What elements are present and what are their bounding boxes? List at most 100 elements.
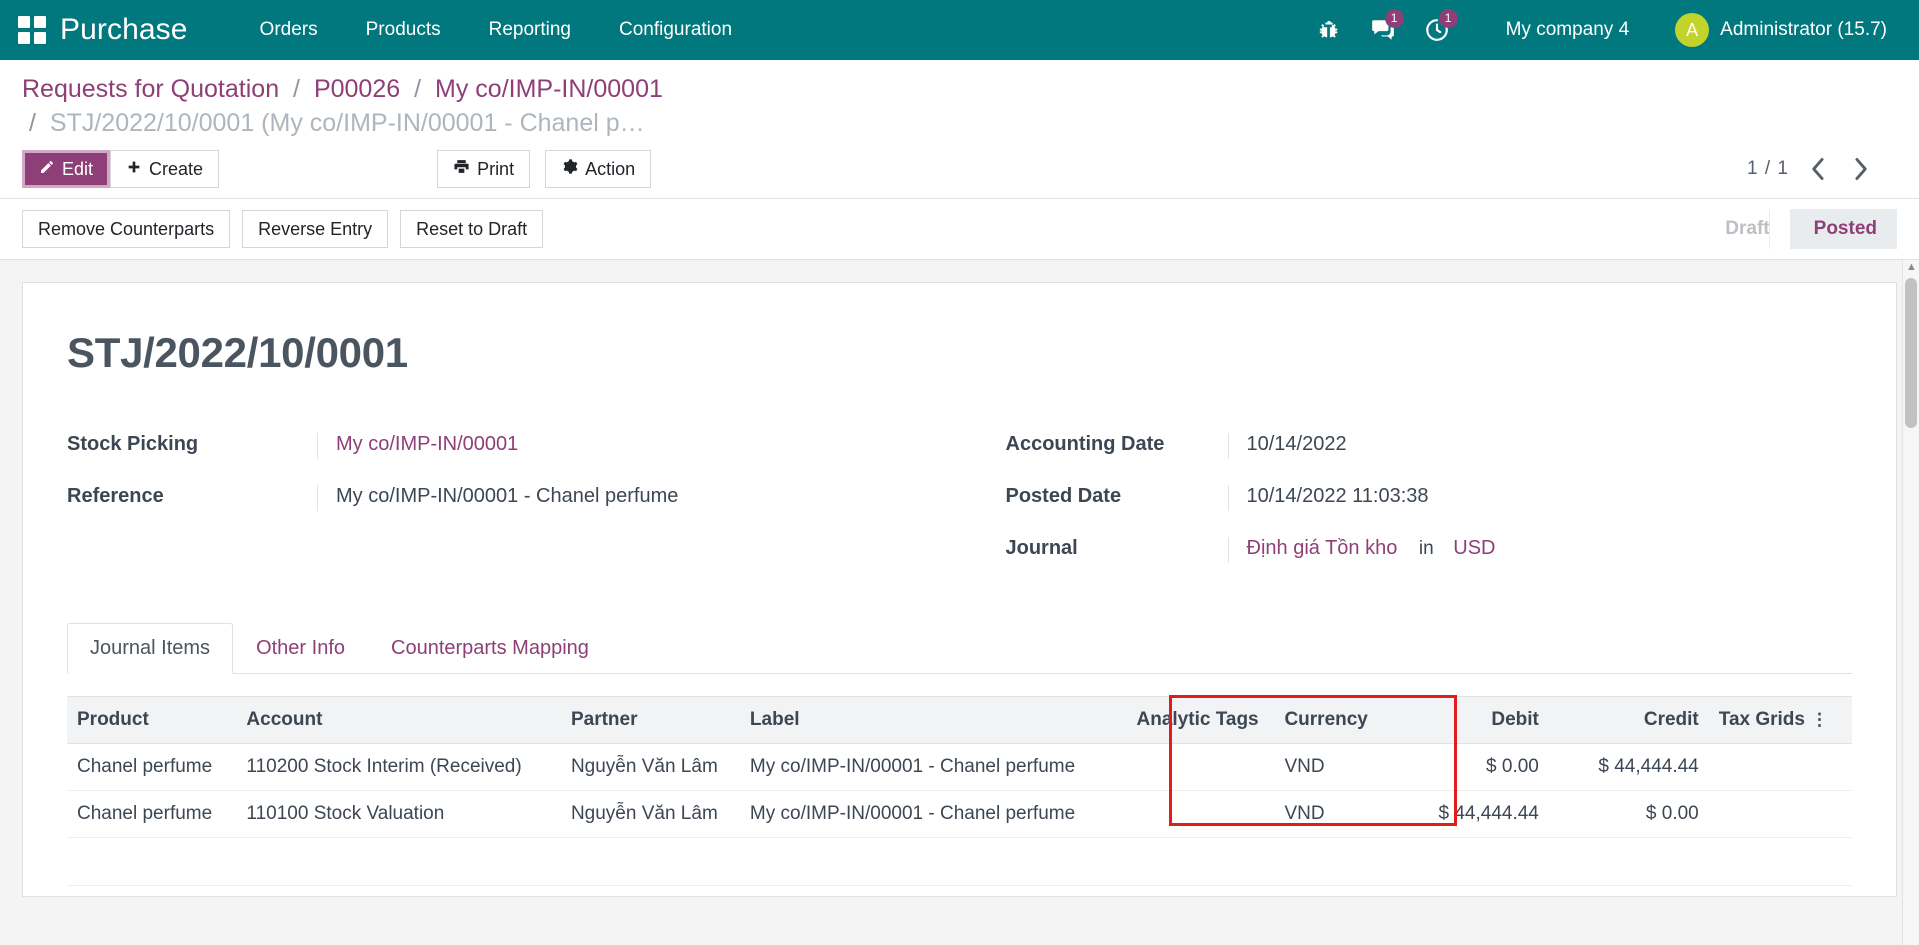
menu-orders[interactable]: Orders xyxy=(236,11,342,49)
breadcrumb-separator: / xyxy=(29,109,36,137)
cell-tax-grids xyxy=(1709,744,1852,791)
column-header-analytic-tags[interactable]: Analytic Tags xyxy=(1127,697,1275,744)
field-value-journal[interactable]: Định giá Tồn kho xyxy=(1247,537,1398,559)
cell-empty xyxy=(1549,838,1709,886)
column-header-currency[interactable]: Currency xyxy=(1274,697,1396,744)
cell-empty xyxy=(67,838,236,886)
cell-product: Chanel perfume xyxy=(67,791,236,838)
cell-empty xyxy=(1396,838,1549,886)
cell-analytic-tags xyxy=(1127,791,1275,838)
field-value-journal-wrap: Định giá Tồn kho in USD xyxy=(1228,537,1825,563)
create-button[interactable]: Create xyxy=(110,150,219,188)
field-reference: Reference My co/IMP-IN/00001 - Chanel pe… xyxy=(67,485,932,515)
edit-create-group: Edit Create xyxy=(22,150,219,188)
column-header-debit[interactable]: Debit xyxy=(1396,697,1549,744)
cell-empty xyxy=(1274,838,1396,886)
bug-icon[interactable] xyxy=(1302,0,1356,60)
edit-button[interactable]: Edit xyxy=(22,150,110,188)
table-row[interactable]: Chanel perfume 110200 Stock Interim (Rec… xyxy=(67,744,1852,791)
cell-analytic-tags xyxy=(1127,744,1275,791)
field-label-reference: Reference xyxy=(67,485,317,508)
menu-products[interactable]: Products xyxy=(342,11,465,49)
form-fields: Stock Picking My co/IMP-IN/00001 Referen… xyxy=(67,433,1852,589)
notebook-tabs: Journal Items Other Info Counterparts Ma… xyxy=(67,623,1852,674)
vertical-scrollbar[interactable]: ▲ xyxy=(1902,260,1919,945)
field-label-stock-picking: Stock Picking xyxy=(67,433,317,456)
column-header-tax-grids[interactable]: Tax Grids ⋮ xyxy=(1709,697,1852,744)
tab-counterparts-mapping[interactable]: Counterparts Mapping xyxy=(368,623,612,674)
print-button[interactable]: Print xyxy=(437,150,530,188)
column-header-tax-grids-label: Tax Grids xyxy=(1719,709,1805,730)
app-brand-title[interactable]: Purchase xyxy=(60,13,188,47)
column-header-partner[interactable]: Partner xyxy=(561,697,740,744)
reset-to-draft-button[interactable]: Reset to Draft xyxy=(400,210,543,248)
column-header-product[interactable]: Product xyxy=(67,697,236,744)
column-header-credit[interactable]: Credit xyxy=(1549,697,1709,744)
apps-grid-icon[interactable] xyxy=(18,16,46,44)
cell-account: 110200 Stock Interim (Received) xyxy=(236,744,561,791)
journal-items-table-wrap: Product Account Partner Label Analytic T… xyxy=(67,696,1852,886)
form-sheet: STJ/2022/10/0001 Stock Picking My co/IMP… xyxy=(22,282,1897,897)
control-panel-buttons: Edit Create Print xyxy=(22,150,1897,198)
cell-tax-grids xyxy=(1709,791,1852,838)
breadcrumb-item-rfq[interactable]: Requests for Quotation xyxy=(22,75,279,103)
breadcrumb-separator: / xyxy=(414,75,421,103)
breadcrumb-item-picking[interactable]: My co/IMP-IN/00001 xyxy=(435,75,663,103)
print-button-label: Print xyxy=(477,158,514,180)
field-value-journal-currency[interactable]: USD xyxy=(1453,537,1495,559)
remove-counterparts-button[interactable]: Remove Counterparts xyxy=(22,210,230,248)
column-header-label[interactable]: Label xyxy=(740,697,1127,744)
create-button-label: Create xyxy=(149,158,203,180)
action-strip: Remove Counterparts Reverse Entry Reset … xyxy=(0,199,1919,260)
status-bar: Draft Posted xyxy=(1701,209,1919,249)
breadcrumb-item-current: STJ/2022/10/0001 (My co/IMP-IN/00001 - C… xyxy=(50,109,645,137)
table-header-row: Product Account Partner Label Analytic T… xyxy=(67,697,1852,744)
cell-label: My co/IMP-IN/00001 - Chanel perfume xyxy=(740,744,1127,791)
field-value-stock-picking-wrap: My co/IMP-IN/00001 xyxy=(317,433,932,459)
menu-reporting[interactable]: Reporting xyxy=(465,11,595,49)
chevron-left-icon[interactable] xyxy=(1797,152,1839,186)
pager-value[interactable]: 1 / 1 xyxy=(1739,154,1797,184)
table-row[interactable]: Chanel perfume 110100 Stock Valuation Ng… xyxy=(67,791,1852,838)
cell-product: Chanel perfume xyxy=(67,744,236,791)
user-menu[interactable]: A Administrator (15.7) xyxy=(1665,7,1897,53)
field-value-accounting-date: 10/14/2022 xyxy=(1228,433,1825,459)
printer-icon xyxy=(453,158,470,180)
activities-clock-icon[interactable]: 1 xyxy=(1410,0,1464,60)
company-switcher[interactable]: My company 4 xyxy=(1486,11,1650,49)
action-button[interactable]: Action xyxy=(545,150,651,188)
main-menu: Orders Products Reporting Configuration xyxy=(236,11,756,49)
scroll-up-arrow-icon[interactable]: ▲ xyxy=(1906,262,1917,273)
breadcrumb-separator: / xyxy=(293,75,300,103)
field-value-stock-picking[interactable]: My co/IMP-IN/00001 xyxy=(336,433,518,455)
vertical-dots-icon[interactable]: ⋮ xyxy=(1811,717,1828,723)
field-label-accounting-date: Accounting Date xyxy=(1006,433,1228,456)
messages-icon[interactable]: 1 xyxy=(1356,0,1410,60)
form-view-area: STJ/2022/10/0001 Stock Picking My co/IMP… xyxy=(0,260,1919,945)
status-badge-posted[interactable]: Posted xyxy=(1790,209,1897,249)
gear-icon xyxy=(561,158,578,180)
tab-journal-items[interactable]: Journal Items xyxy=(67,623,233,674)
tab-other-info[interactable]: Other Info xyxy=(233,623,368,674)
pencil-icon xyxy=(39,158,55,180)
cell-empty xyxy=(561,838,740,886)
pager: 1 / 1 xyxy=(1739,152,1897,186)
cell-credit: $ 0.00 xyxy=(1549,791,1709,838)
chevron-right-icon[interactable] xyxy=(1839,152,1881,186)
edit-button-label: Edit xyxy=(62,158,93,180)
breadcrumb: Requests for Quotation / P00026 / My co/… xyxy=(22,72,1122,140)
reverse-entry-button[interactable]: Reverse Entry xyxy=(242,210,388,248)
cell-currency: VND xyxy=(1274,791,1396,838)
cell-empty xyxy=(740,838,1127,886)
field-accounting-date: Accounting Date 10/14/2022 xyxy=(1006,433,1825,463)
cell-debit: $ 0.00 xyxy=(1396,744,1549,791)
print-action-group: Print Action xyxy=(437,150,651,188)
breadcrumb-item-order[interactable]: P00026 xyxy=(314,75,400,103)
control-panel: Requests for Quotation / P00026 / My co/… xyxy=(0,60,1919,199)
column-header-account[interactable]: Account xyxy=(236,697,561,744)
field-label-posted-date: Posted Date xyxy=(1006,485,1228,508)
scrollbar-thumb[interactable] xyxy=(1905,278,1917,428)
navbar-right-group: 1 1 My company 4 A Administrator (15.7) xyxy=(1302,0,1897,60)
menu-configuration[interactable]: Configuration xyxy=(595,11,756,49)
cell-credit: $ 44,444.44 xyxy=(1549,744,1709,791)
